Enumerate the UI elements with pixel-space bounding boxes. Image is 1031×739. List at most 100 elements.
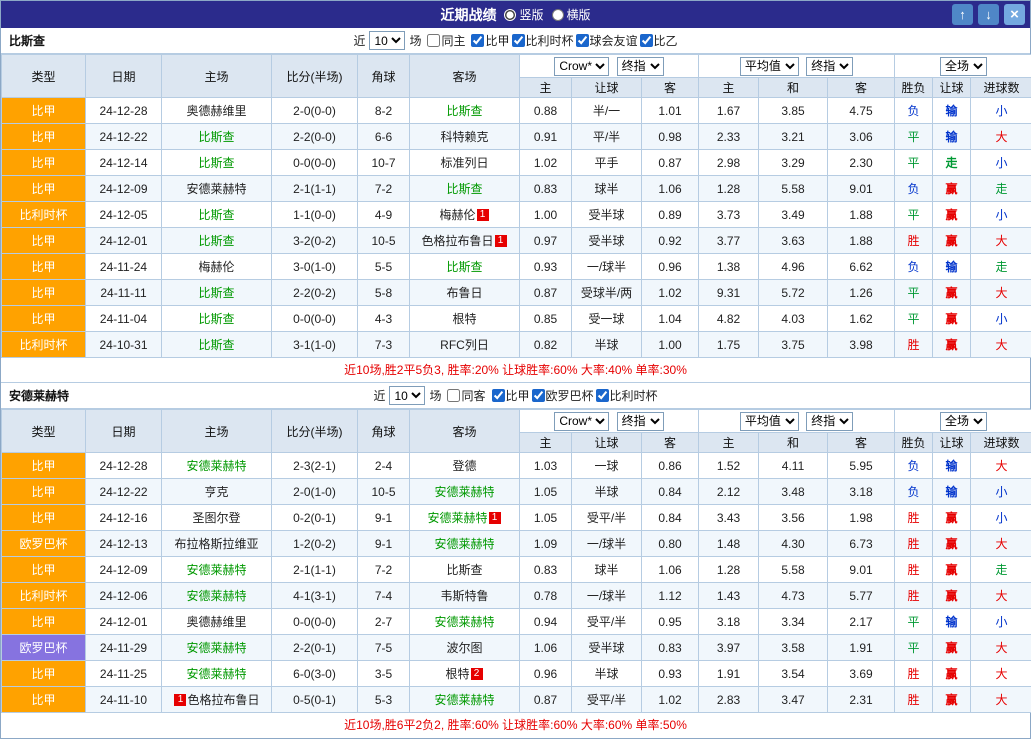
layout-vertical-radio[interactable]: 竖版 [504, 6, 543, 23]
euro-provider-select[interactable]: 平均值 [740, 412, 799, 431]
league-checkbox[interactable] [532, 389, 545, 402]
league-filter[interactable]: 比乙 [640, 32, 678, 49]
team-link[interactable]: 比斯查 [198, 156, 234, 170]
euro-stage-select[interactable]: 终指 [806, 57, 853, 76]
league-checkbox[interactable] [471, 34, 484, 47]
games-count-select[interactable]: 10 [389, 386, 425, 405]
euro-home-odds: 1.75 [699, 332, 759, 358]
same-home-checkbox[interactable] [427, 34, 440, 47]
match-row: 比甲24-12-01奥德赫维里0-0(0-0)2-7安德莱赫特0.94受平/半0… [2, 609, 1031, 635]
same-away-checkbox[interactable] [447, 389, 460, 402]
team-link[interactable]: 比斯查 [446, 260, 482, 274]
move-down-button[interactable]: ↓ [978, 4, 999, 25]
team-link[interactable]: 布鲁日 [446, 286, 482, 300]
scope-select[interactable]: 全场 [940, 412, 987, 431]
asia-handicap: 半球 [572, 661, 642, 687]
team-link[interactable]: 比斯查 [198, 234, 234, 248]
odds-provider-select[interactable]: Crow* [554, 412, 609, 431]
league-filter[interactable]: 比利时杯 [596, 387, 658, 404]
team-link[interactable]: 比斯查 [198, 286, 234, 300]
team-link[interactable]: 梅赫伦 [439, 208, 475, 222]
euro-away-odds: 1.98 [828, 505, 895, 531]
team-link[interactable]: 比斯查 [198, 338, 234, 352]
vertical-radio-input[interactable] [504, 9, 516, 21]
team-link[interactable]: 安德莱赫特 [186, 182, 246, 196]
league-label: 欧罗巴杯 [546, 387, 594, 404]
asia-away-odds: 1.06 [642, 557, 699, 583]
team-link[interactable]: 根特 [452, 312, 476, 326]
team-link[interactable]: 安德莱赫特 [434, 693, 494, 707]
league-filter[interactable]: 比甲 [471, 32, 509, 49]
team-link[interactable]: 色格拉布鲁日 [187, 693, 259, 707]
team-link[interactable]: 安德莱赫特 [186, 667, 246, 681]
asia-home-odds: 0.83 [520, 176, 572, 202]
result-cell: 胜 [895, 531, 933, 557]
team-link[interactable]: 圣图尔登 [192, 511, 240, 525]
team-link[interactable]: 安德莱赫特 [434, 485, 494, 499]
team-link[interactable]: 比斯查 [446, 563, 482, 577]
team-link[interactable]: 比斯查 [446, 104, 482, 118]
league-filter[interactable]: 比甲 [492, 387, 530, 404]
move-up-button[interactable]: ↑ [952, 4, 973, 25]
team-link[interactable]: 根特 [445, 667, 469, 681]
close-button[interactable]: × [1004, 4, 1025, 25]
euro-away-odds: 5.77 [828, 583, 895, 609]
team-link[interactable]: 安德莱赫特 [186, 641, 246, 655]
euro-provider-select[interactable]: 平均值 [740, 57, 799, 76]
team-link[interactable]: 科特赖克 [440, 130, 488, 144]
league-filter[interactable]: 欧罗巴杯 [532, 387, 594, 404]
league-label: 比乙 [654, 32, 678, 49]
match-row: 比利时杯24-12-06安德莱赫特4-1(3-1)7-4韦斯特鲁0.78一/球半… [2, 583, 1031, 609]
same-away-filter[interactable]: 同客 [447, 387, 485, 404]
team-link[interactable]: 安德莱赫特 [186, 563, 246, 577]
team-link[interactable]: 奥德赫维里 [186, 104, 246, 118]
team-link[interactable]: 比斯查 [198, 312, 234, 326]
team-link[interactable]: 比斯查 [198, 130, 234, 144]
asia-stage-select[interactable]: 终指 [617, 412, 664, 431]
league-checkbox[interactable] [512, 34, 525, 47]
date-cell: 24-12-06 [86, 583, 162, 609]
team-link[interactable]: 布拉格斯拉维亚 [174, 537, 258, 551]
horizontal-radio-input[interactable] [552, 9, 564, 21]
away-team-cell: 色格拉布鲁日1 [410, 228, 520, 254]
league-filter[interactable]: 球会友谊 [576, 32, 638, 49]
league-checkbox[interactable] [492, 389, 505, 402]
team-link[interactable]: 比斯查 [198, 208, 234, 222]
league-filter[interactable]: 比利时杯 [512, 32, 574, 49]
team1-filters: 近 10 场 同主 比甲比利时杯球会友谊比乙 [1, 31, 1030, 50]
result-cell: 平 [895, 306, 933, 332]
team-link[interactable]: 波尔图 [446, 641, 482, 655]
team-link[interactable]: 奥德赫维里 [186, 615, 246, 629]
euro-stage-select[interactable]: 终指 [806, 412, 853, 431]
team-link[interactable]: 标准列日 [440, 156, 488, 170]
asia-home-odds: 1.06 [520, 635, 572, 661]
odds-provider-select[interactable]: Crow* [554, 57, 609, 76]
team-link[interactable]: 韦斯特鲁 [440, 589, 488, 603]
col-eu-away: 客 [828, 78, 895, 98]
euro-draw-odds: 4.73 [759, 583, 828, 609]
team-link[interactable]: 梅赫伦 [198, 260, 234, 274]
team-link[interactable]: 安德莱赫特 [186, 459, 246, 473]
games-count-select[interactable]: 10 [369, 31, 405, 50]
layout-horizontal-radio[interactable]: 横版 [552, 6, 591, 23]
team-link[interactable]: 色格拉布鲁日 [421, 234, 493, 248]
scope-select[interactable]: 全场 [940, 57, 987, 76]
col-goals: 进球数 [971, 78, 1031, 98]
asia-odds-select-cell: Crow* 终指 [520, 55, 699, 78]
league-checkbox[interactable] [596, 389, 609, 402]
corner-cell: 2-4 [358, 453, 410, 479]
team-link[interactable]: 安德莱赫特 [434, 537, 494, 551]
league-checkbox[interactable] [640, 34, 653, 47]
team-link[interactable]: 安德莱赫特 [427, 511, 487, 525]
team-link[interactable]: 安德莱赫特 [186, 589, 246, 603]
same-home-filter[interactable]: 同主 [427, 32, 465, 49]
team-link[interactable]: 安德莱赫特 [434, 615, 494, 629]
team-link[interactable]: 亨克 [204, 485, 228, 499]
asia-stage-select[interactable]: 终指 [617, 57, 664, 76]
league-checkbox[interactable] [576, 34, 589, 47]
team-link[interactable]: 登德 [452, 459, 476, 473]
team-link[interactable]: 比斯查 [446, 182, 482, 196]
goals-result-cell: 大 [971, 280, 1031, 306]
team-link[interactable]: RFC列日 [440, 338, 489, 352]
match-row: 比利时杯24-12-05比斯查1-1(0-0)4-9梅赫伦11.00受半球0.8… [2, 202, 1031, 228]
